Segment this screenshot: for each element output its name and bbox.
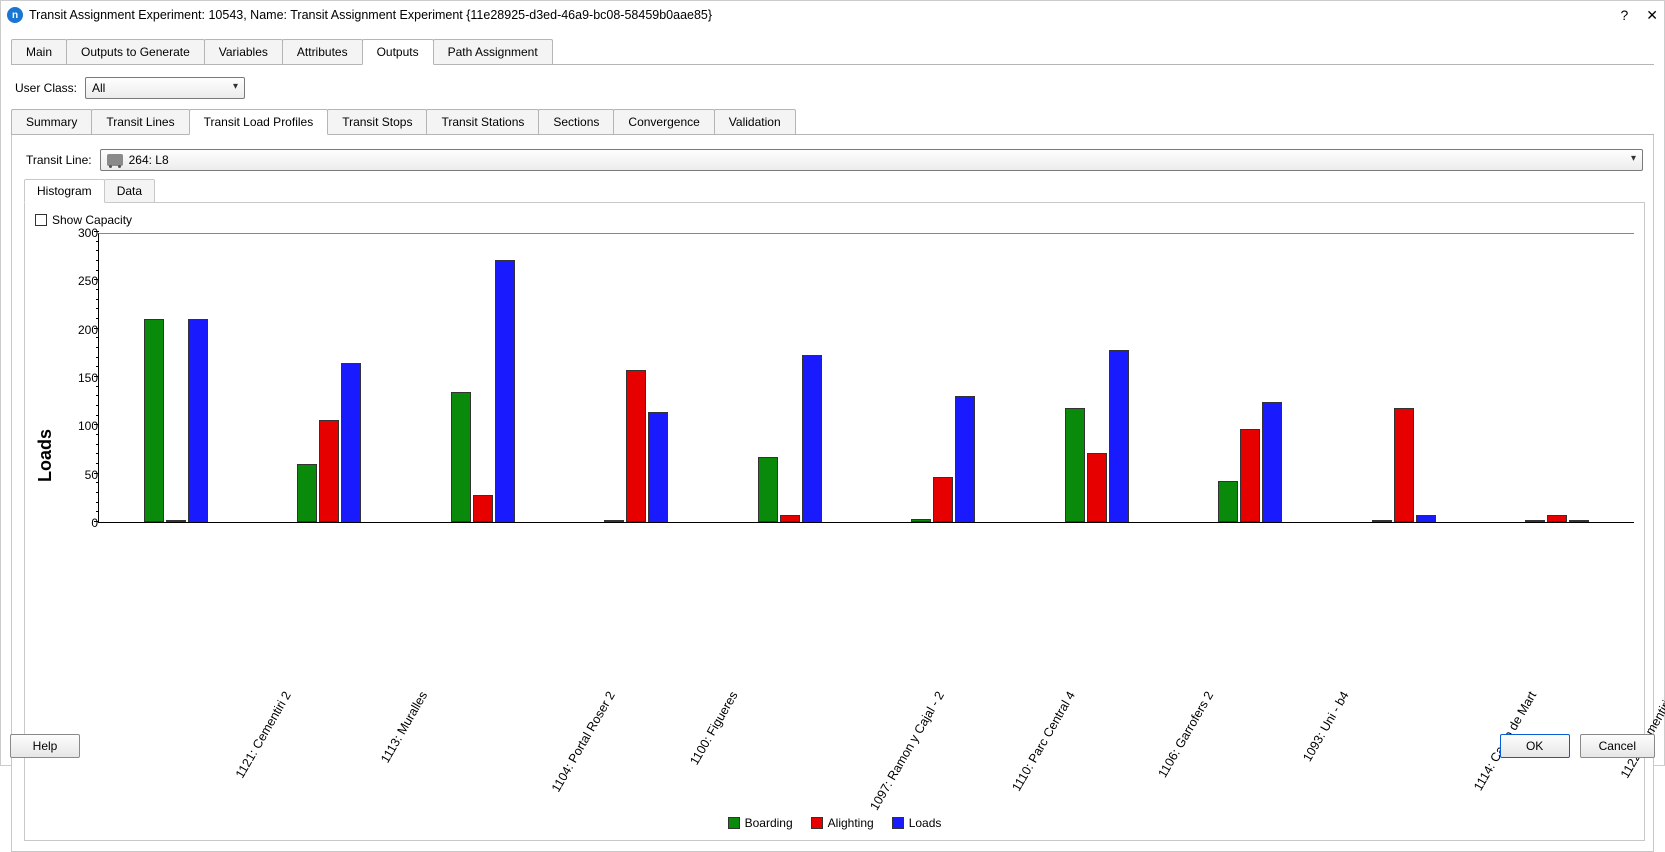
charttab-data[interactable]: Data	[104, 179, 155, 203]
bar-loads	[341, 363, 361, 522]
subtab-validation[interactable]: Validation	[714, 109, 796, 135]
bus-icon	[107, 154, 123, 166]
swatch-boarding	[728, 817, 740, 829]
subtab-summary[interactable]: Summary	[11, 109, 92, 135]
bar-group	[451, 260, 515, 522]
bar-boarding	[451, 392, 471, 523]
show-capacity-label: Show Capacity	[52, 213, 132, 227]
bar-loads	[1109, 350, 1129, 522]
bar-boarding	[911, 519, 931, 522]
user-class-row: User Class: All	[15, 77, 1654, 99]
transit-line-label: Transit Line:	[26, 153, 92, 167]
tab-variables[interactable]: Variables	[204, 39, 283, 65]
bar-loads	[495, 260, 515, 522]
show-capacity-row[interactable]: Show Capacity	[35, 213, 1634, 227]
bar-group	[1525, 515, 1589, 522]
window-title: Transit Assignment Experiment: 10543, Na…	[29, 8, 1620, 22]
app-icon: n	[7, 7, 23, 23]
y-tick-label: 100	[58, 419, 98, 433]
bar-boarding	[1218, 481, 1238, 522]
bar-alighting	[933, 477, 953, 522]
bar-alighting	[473, 495, 493, 522]
bar-loads	[188, 319, 208, 522]
bar-group	[297, 363, 361, 522]
y-tick-label: 50	[58, 468, 98, 482]
swatch-loads	[892, 817, 904, 829]
bar-alighting	[1394, 408, 1414, 522]
legend: Boarding Alighting Loads	[35, 816, 1634, 830]
bar-loads	[955, 396, 975, 522]
charttab-histogram[interactable]: Histogram	[24, 179, 105, 203]
tab-outputs-to-generate[interactable]: Outputs to Generate	[66, 39, 205, 65]
bar-loads	[1262, 402, 1282, 522]
chart-area: Loads 050100150200250300	[35, 231, 1634, 681]
subtab-transit-lines[interactable]: Transit Lines	[91, 109, 189, 135]
y-axis: 050100150200250300	[58, 233, 98, 523]
bar-group	[144, 319, 208, 522]
ok-button[interactable]: OK	[1500, 734, 1570, 758]
tab-outputs[interactable]: Outputs	[362, 39, 434, 65]
footer: Help OK Cancel	[10, 734, 1655, 758]
bar-alighting	[1087, 453, 1107, 522]
bar-boarding	[604, 520, 624, 522]
subtab-transit-stations[interactable]: Transit Stations	[426, 109, 539, 135]
bar-boarding	[758, 457, 778, 522]
legend-loads: Loads	[892, 816, 942, 830]
close-icon[interactable]: ✕	[1646, 7, 1658, 24]
bar-boarding	[1372, 520, 1392, 522]
transit-line-select[interactable]: 264: L8	[100, 149, 1643, 171]
show-capacity-checkbox[interactable]	[35, 214, 47, 226]
subtab-convergence[interactable]: Convergence	[613, 109, 714, 135]
titlebar: n Transit Assignment Experiment: 10543, …	[1, 1, 1664, 29]
bar-group	[911, 396, 975, 522]
transit-line-row: Transit Line: 264: L8	[26, 149, 1643, 171]
chart-subtabs: HistogramData	[24, 179, 1645, 203]
bar-boarding	[144, 319, 164, 522]
bar-loads	[648, 412, 668, 522]
y-tick-label: 250	[58, 274, 98, 288]
bar-group	[1065, 350, 1129, 522]
bar-alighting	[166, 520, 186, 522]
window-buttons: ? ✕	[1620, 7, 1658, 24]
tab-attributes[interactable]: Attributes	[282, 39, 363, 65]
y-tick-label: 300	[58, 226, 98, 240]
swatch-alighting	[811, 817, 823, 829]
bar-group	[1218, 402, 1282, 522]
bar-alighting	[1240, 429, 1260, 522]
top-tabs: MainOutputs to GenerateVariablesAttribut…	[11, 39, 1654, 65]
legend-boarding: Boarding	[728, 816, 793, 830]
bar-boarding	[1525, 520, 1545, 522]
subtab-transit-stops[interactable]: Transit Stops	[327, 109, 427, 135]
bar-group	[758, 355, 822, 522]
bar-loads	[802, 355, 822, 522]
help-button[interactable]: Help	[10, 734, 80, 758]
bar-alighting	[780, 515, 800, 522]
plot	[98, 233, 1634, 523]
tab-path-assignment[interactable]: Path Assignment	[433, 39, 553, 65]
bar-alighting	[319, 420, 339, 522]
y-tick-label: 0	[58, 516, 98, 530]
bar-boarding	[297, 464, 317, 522]
help-icon[interactable]: ?	[1620, 7, 1628, 23]
legend-alighting: Alighting	[811, 816, 874, 830]
bar-loads	[1569, 520, 1589, 522]
tab-main[interactable]: Main	[11, 39, 67, 65]
transit-line-value: 264: L8	[129, 153, 169, 167]
user-class-label: User Class:	[15, 81, 77, 95]
cancel-button[interactable]: Cancel	[1580, 734, 1655, 758]
subtab-transit-load-profiles[interactable]: Transit Load Profiles	[189, 109, 329, 135]
output-subtabs: SummaryTransit LinesTransit Load Profile…	[11, 109, 1654, 135]
y-tick-label: 200	[58, 323, 98, 337]
bar-alighting	[1547, 515, 1567, 522]
y-tick-label: 150	[58, 371, 98, 385]
bar-loads	[1416, 515, 1436, 522]
y-axis-label: Loads	[35, 429, 56, 482]
bar-group	[604, 370, 668, 522]
subtab-sections[interactable]: Sections	[538, 109, 614, 135]
bar-boarding	[1065, 408, 1085, 522]
bar-group	[1372, 408, 1436, 522]
bar-alighting	[626, 370, 646, 522]
user-class-value: All	[92, 81, 105, 95]
user-class-select[interactable]: All	[85, 77, 245, 99]
